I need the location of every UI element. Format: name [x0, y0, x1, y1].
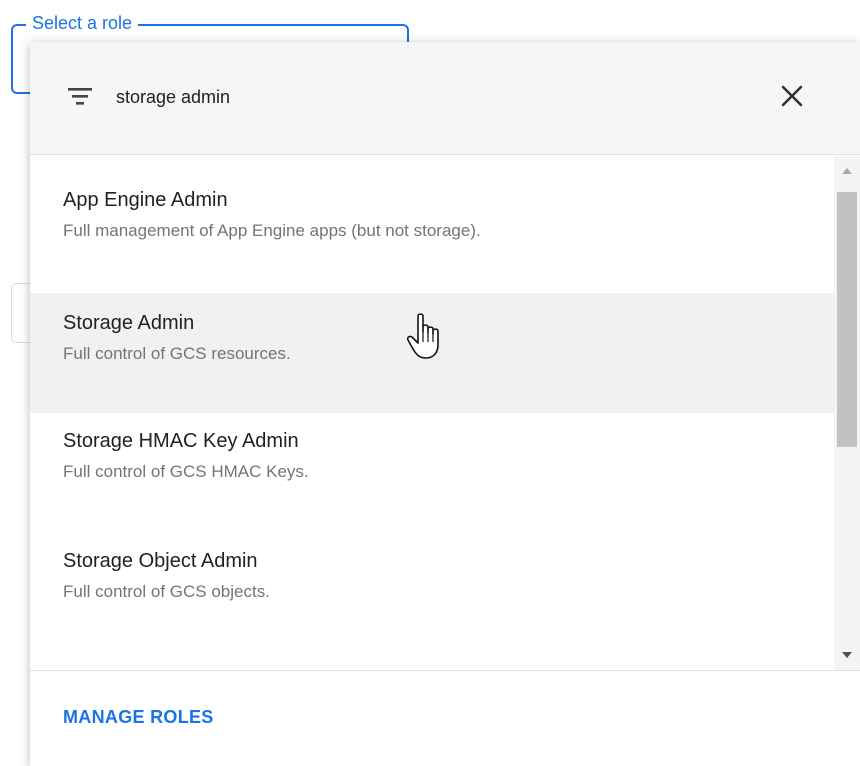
role-description: Full control of GCS objects.: [63, 582, 270, 601]
role-title: App Engine Admin: [63, 189, 228, 211]
scroll-up-arrow-icon[interactable]: [842, 168, 852, 174]
filter-input[interactable]: [116, 82, 676, 112]
list-item-storage-object-admin[interactable]: Storage Object Admin Full control of GCS…: [30, 533, 834, 653]
page: Select a role storage admin App Engine A…: [0, 0, 860, 766]
role-title: Storage HMAC Key Admin: [63, 430, 299, 452]
filter-list-icon: [68, 86, 94, 106]
dropdown-footer: MANAGE ROLES: [30, 670, 860, 766]
close-icon: [781, 85, 803, 112]
role-description: Full control of GCS resources.: [63, 344, 291, 363]
manage-roles-link[interactable]: MANAGE ROLES: [63, 707, 214, 728]
role-title: Storage Object Admin: [63, 550, 258, 572]
select-role-label: Select a role: [26, 12, 139, 34]
role-description: Full control of GCS HMAC Keys.: [63, 462, 309, 481]
list-scrollbar[interactable]: [834, 156, 860, 670]
list-item-storage-hmac-key-admin[interactable]: Storage HMAC Key Admin Full control of G…: [30, 413, 834, 533]
role-title: Storage Admin: [63, 312, 195, 334]
list-item-app-engine-admin[interactable]: App Engine Admin Full management of App …: [30, 156, 834, 276]
hand-pointer-cursor-icon: [406, 312, 446, 362]
scroll-thumb[interactable]: [837, 192, 857, 447]
scroll-down-arrow-icon[interactable]: [842, 652, 852, 658]
filter-bar: [30, 42, 860, 155]
role-description: Full management of App Engine apps (but …: [63, 221, 481, 240]
clear-filter-button[interactable]: [772, 78, 812, 118]
role-list: App Engine Admin Full management of App …: [30, 156, 834, 670]
role-dropdown: App Engine Admin Full management of App …: [30, 42, 860, 766]
